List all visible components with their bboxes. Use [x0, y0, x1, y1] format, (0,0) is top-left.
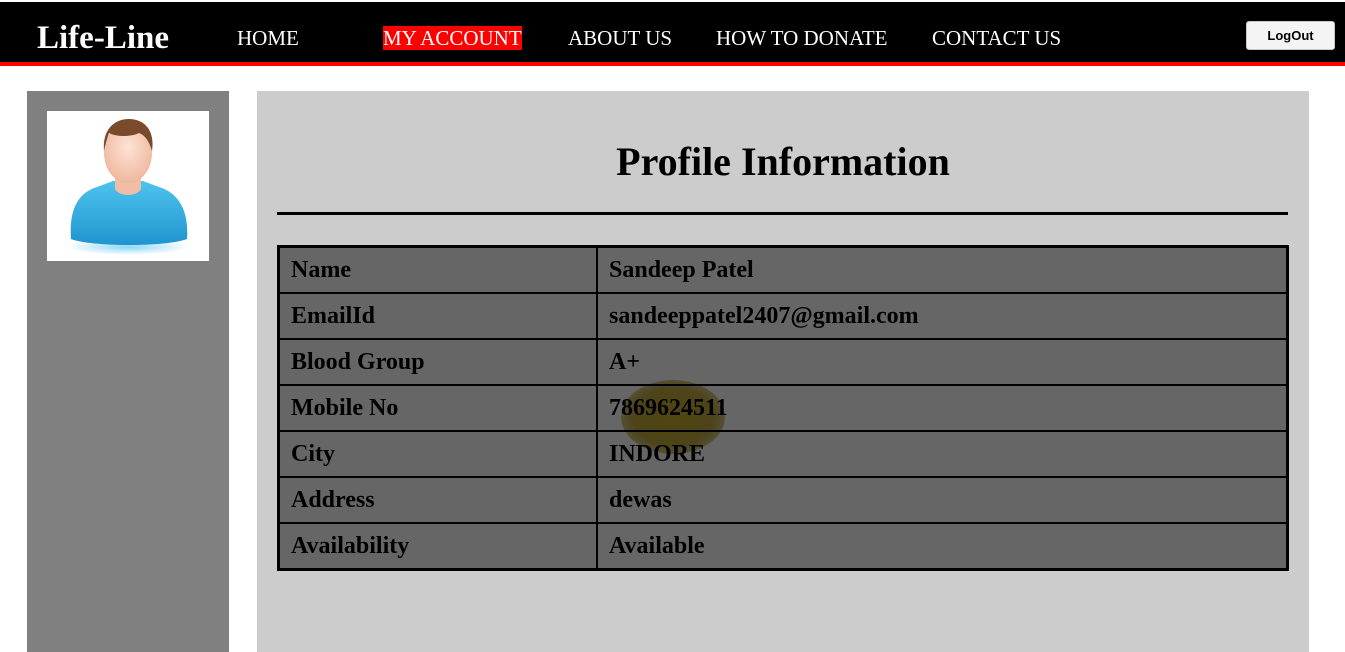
user-avatar-icon: [66, 119, 190, 255]
profile-table: Name Sandeep Patel EmailId sandeeppatel2…: [277, 245, 1289, 571]
nav-contact-us[interactable]: CONTACT US: [932, 26, 1061, 50]
nav-how-to-donate[interactable]: HOW TO DONATE: [716, 26, 888, 50]
nav-home[interactable]: HOME: [237, 26, 299, 50]
profile-panel: Profile Information Name Sandeep Patel E…: [257, 91, 1309, 652]
row-value-city: INDORE: [596, 430, 1289, 478]
top-navbar: Life-Line HOME MY ACCOUNT ABOUT US HOW T…: [0, 2, 1345, 66]
row-value-mobile: 7869624511: [596, 384, 1289, 432]
row-value-availability: Available: [596, 522, 1289, 571]
avatar: [47, 111, 209, 261]
table-row: EmailId sandeeppatel2407@gmail.com: [277, 292, 1289, 340]
row-value-name: Sandeep Patel: [596, 245, 1289, 294]
row-value-address: dewas: [596, 476, 1289, 524]
row-label-mobile: Mobile No: [277, 384, 598, 432]
table-row: Mobile No 7869624511: [277, 384, 1289, 432]
title-divider: [277, 212, 1288, 215]
row-label-availability: Availability: [277, 522, 598, 571]
table-row: Address dewas: [277, 476, 1289, 524]
row-value-email: sandeeppatel2407@gmail.com: [596, 292, 1289, 340]
row-label-address: Address: [277, 476, 598, 524]
sidebar: [27, 91, 229, 652]
nav-my-account[interactable]: MY ACCOUNT: [383, 26, 522, 50]
table-row: Name Sandeep Patel: [277, 245, 1289, 294]
table-row: Blood Group A+: [277, 338, 1289, 386]
row-label-city: City: [277, 430, 598, 478]
table-row: City INDORE: [277, 430, 1289, 478]
row-label-blood-group: Blood Group: [277, 338, 598, 386]
row-label-email: EmailId: [277, 292, 598, 340]
table-row: Availability Available: [277, 522, 1289, 571]
row-label-name: Name: [277, 245, 598, 294]
row-value-blood-group: A+: [596, 338, 1289, 386]
brand-logo[interactable]: Life-Line: [37, 18, 169, 58]
page-title: Profile Information: [616, 139, 950, 184]
logout-button[interactable]: LogOut: [1246, 21, 1335, 50]
nav-about-us[interactable]: ABOUT US: [568, 26, 672, 50]
